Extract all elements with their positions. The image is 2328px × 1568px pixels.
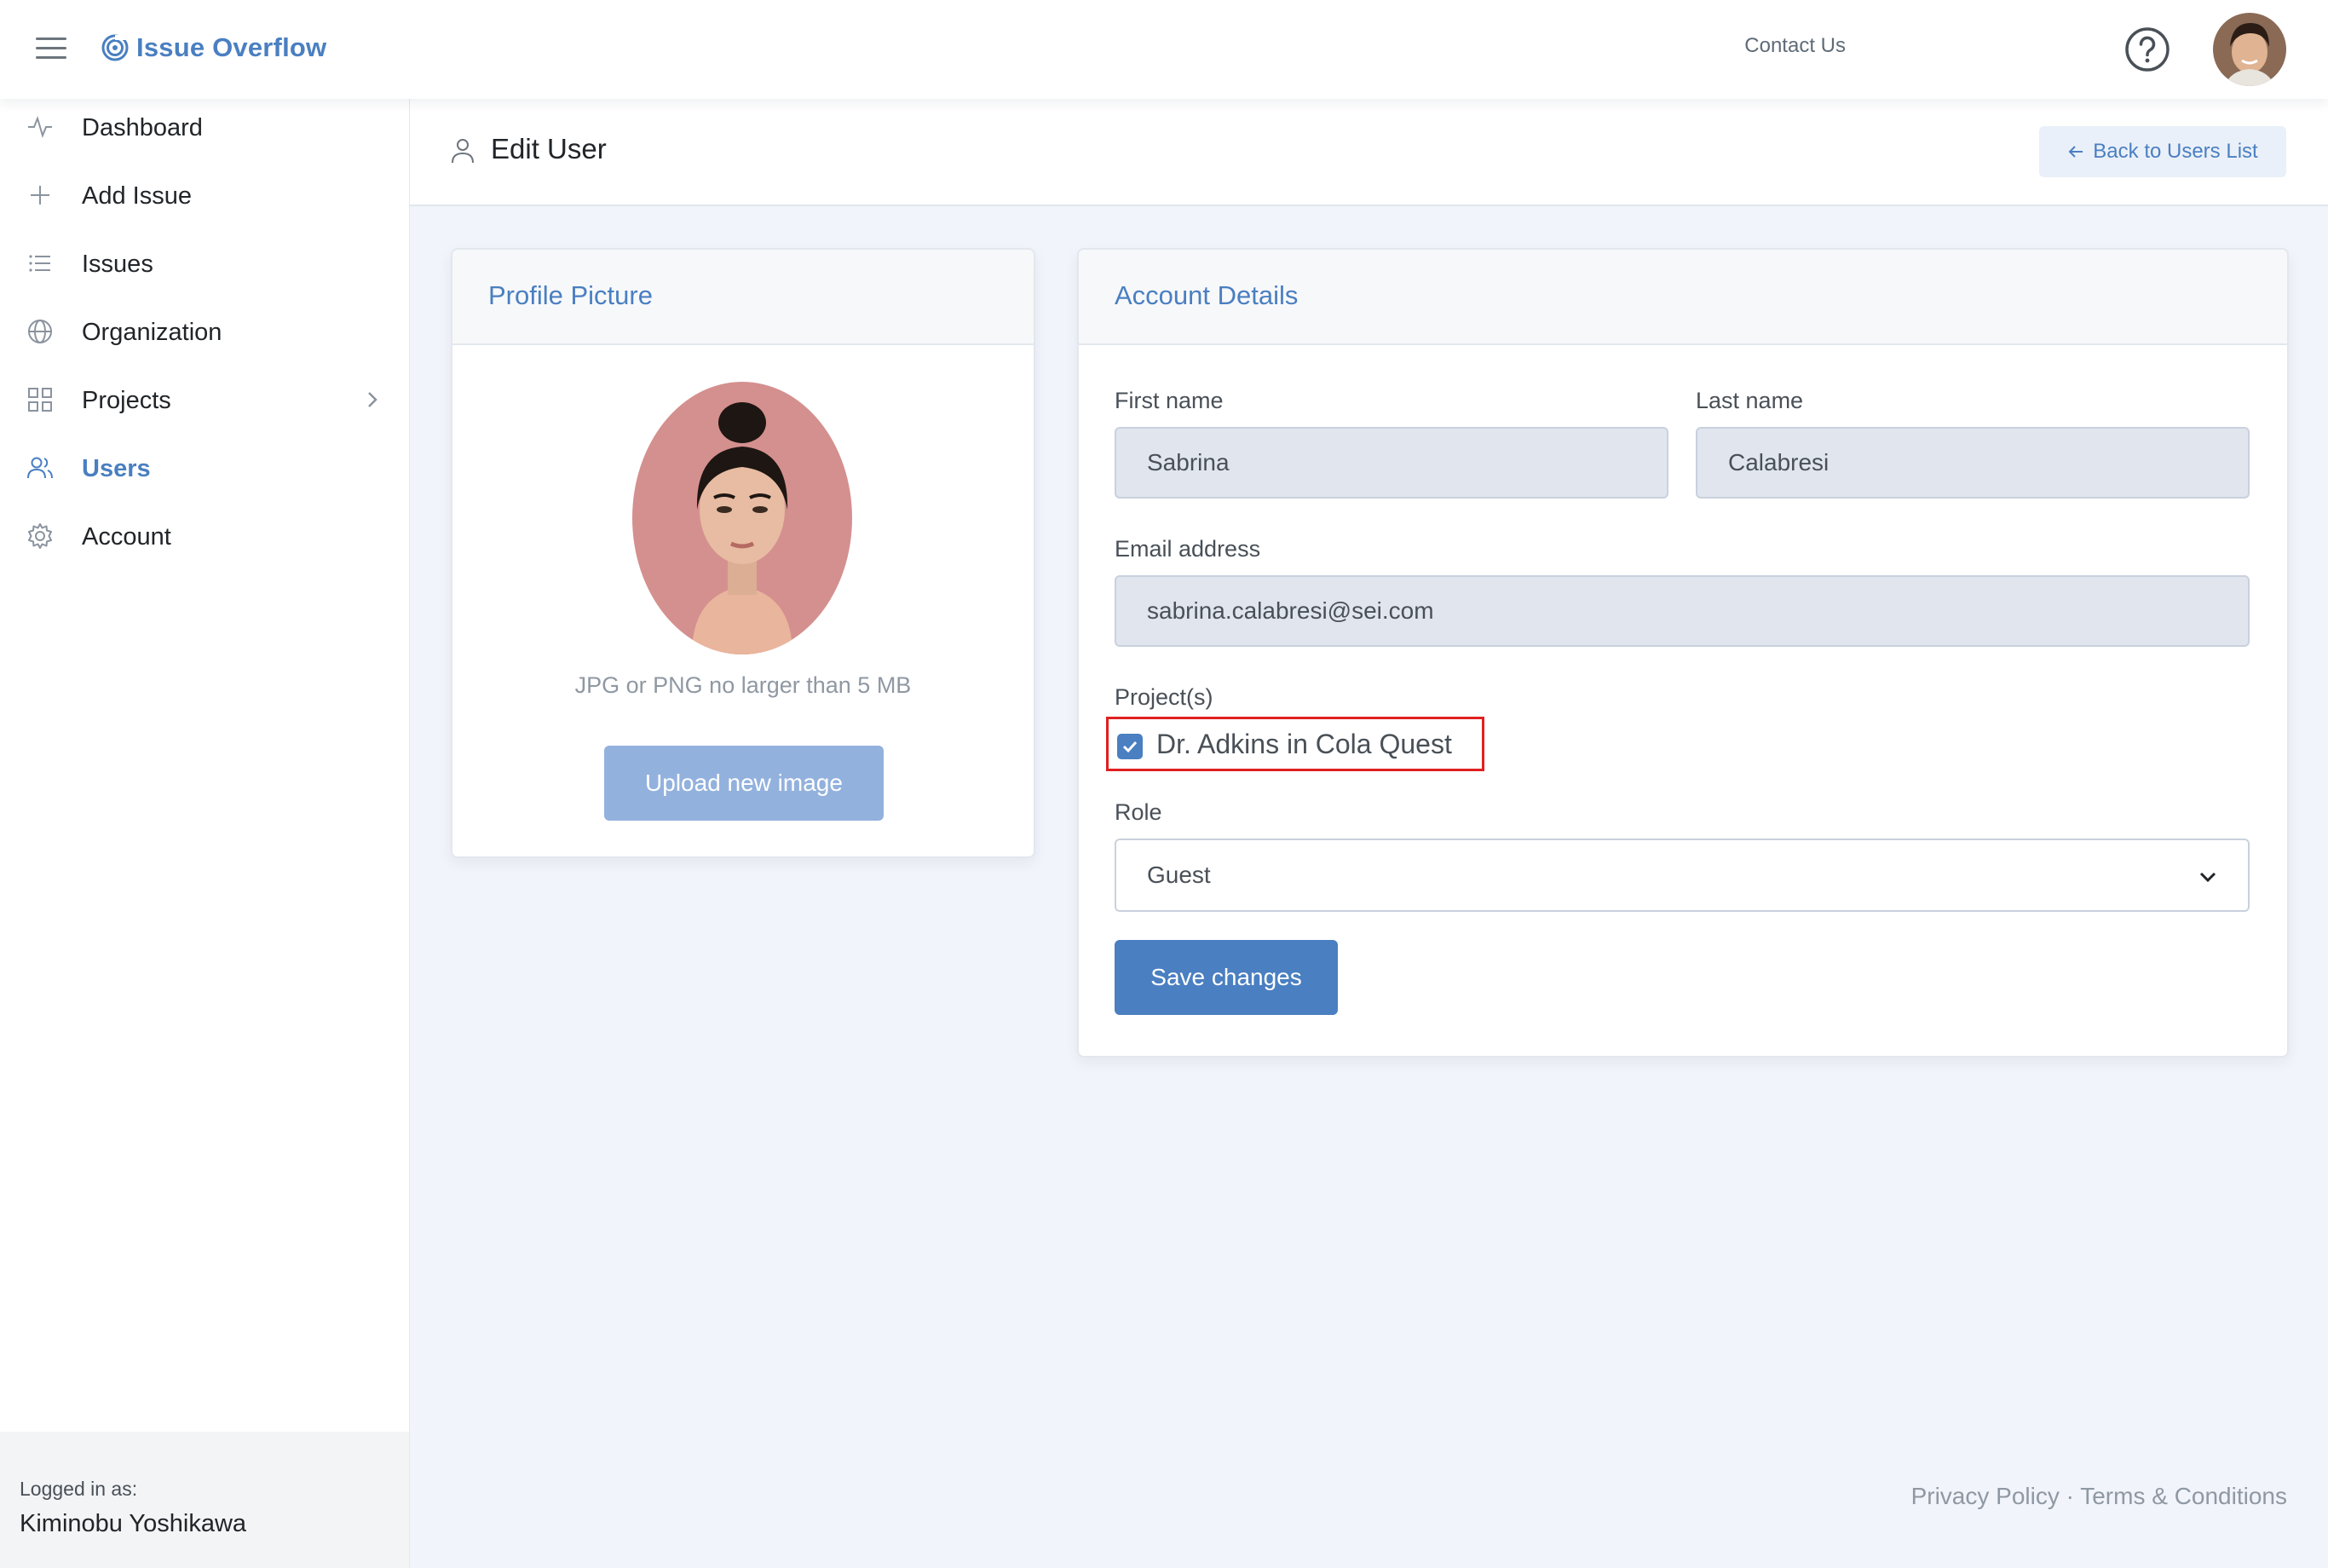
card-title: Profile Picture: [488, 280, 653, 310]
users-icon: [27, 457, 53, 479]
sidebar-item-users[interactable]: Users: [0, 440, 409, 494]
top-navbar: Issue Overflow Contact Us: [0, 0, 2328, 99]
privacy-policy-link[interactable]: Privacy Policy: [1911, 1483, 2060, 1509]
upload-image-button[interactable]: Upload new image: [604, 746, 884, 821]
sidebar-item-label: Add Issue: [82, 182, 192, 210]
check-icon: [1122, 741, 1138, 753]
page-title: Edit User: [491, 133, 607, 164]
sidebar-item-account[interactable]: Account: [0, 508, 409, 562]
email-field[interactable]: sabrina.calabresi@sei.com: [1115, 575, 2250, 647]
logged-in-panel: Logged in as: Kiminobu Yoshikawa: [0, 1432, 409, 1568]
hamburger-menu-icon[interactable]: [36, 37, 66, 63]
project-option-label[interactable]: Dr. Adkins in Cola Quest: [1156, 729, 1452, 760]
logged-in-label: Logged in as:: [20, 1478, 138, 1500]
globe-icon: [28, 320, 52, 343]
user-avatar[interactable]: [2213, 13, 2286, 86]
project-checkbox[interactable]: [1117, 734, 1143, 759]
sidebar: Dashboard Add Issue Issues Organization: [0, 99, 410, 1568]
chevron-down-icon: [2199, 872, 2216, 883]
footer-links: Privacy Policy · Terms & Conditions: [1911, 1483, 2287, 1510]
profile-picture: [632, 382, 852, 654]
role-select[interactable]: Guest: [1115, 839, 2250, 912]
card-header: Account Details: [1079, 250, 2287, 345]
sidebar-item-label: Issues: [82, 251, 153, 278]
user-icon: [452, 139, 474, 164]
footer-separator: ·: [2066, 1483, 2074, 1509]
brand-logo[interactable]: Issue Overflow: [101, 29, 326, 66]
plus-icon: [31, 186, 49, 205]
user-avatar-image: [2213, 13, 2286, 86]
last-name-field[interactable]: Calabresi: [1696, 427, 2250, 499]
sidebar-item-organization[interactable]: Organization: [0, 303, 409, 358]
sidebar-item-label: Users: [82, 455, 151, 482]
logged-in-user-name: Kiminobu Yoshikawa: [20, 1510, 247, 1537]
card-title: Account Details: [1115, 280, 1299, 310]
back-to-users-label: Back to Users List: [2093, 140, 2258, 163]
contact-us-link[interactable]: Contact Us: [1744, 34, 1846, 58]
page-header: Edit User Back to Users List: [410, 99, 2328, 206]
role-label: Role: [1115, 799, 1162, 825]
sidebar-item-label: Account: [82, 523, 171, 551]
sidebar-item-add-issue[interactable]: Add Issue: [0, 167, 409, 222]
sidebar-item-issues[interactable]: Issues: [0, 235, 409, 290]
arrow-left-icon: [2068, 146, 2083, 158]
first-name-label: First name: [1115, 388, 1224, 413]
account-details-card: Account Details First name Sabrina Last …: [1077, 248, 2289, 1058]
help-icon[interactable]: [2124, 26, 2170, 72]
sidebar-item-label: Projects: [82, 387, 171, 414]
sidebar-item-label: Organization: [82, 319, 222, 346]
activity-icon: [28, 115, 52, 139]
gear-icon: [28, 523, 52, 549]
email-label: Email address: [1115, 536, 1261, 562]
profile-photo-image: [632, 382, 852, 654]
back-to-users-button[interactable]: Back to Users List: [2039, 126, 2286, 177]
list-icon: [29, 255, 50, 272]
first-name-field[interactable]: Sabrina: [1115, 427, 1668, 499]
profile-picture-card: Profile Picture JPG or PNG no larger tha…: [451, 248, 1035, 858]
sidebar-item-projects[interactable]: Projects: [0, 372, 409, 426]
last-name-label: Last name: [1696, 388, 1804, 413]
chevron-right-icon[interactable]: [363, 389, 382, 411]
terms-link[interactable]: Terms & Conditions: [2080, 1483, 2287, 1509]
sidebar-item-dashboard[interactable]: Dashboard: [0, 99, 409, 153]
upload-hint: JPG or PNG no larger than 5 MB: [574, 672, 912, 698]
sidebar-item-label: Dashboard: [82, 114, 203, 141]
grid-icon: [28, 388, 52, 412]
spiral-logo-icon: [101, 34, 129, 61]
save-changes-button[interactable]: Save changes: [1115, 940, 1338, 1015]
projects-label: Project(s): [1115, 684, 1213, 710]
card-header: Profile Picture: [452, 250, 1034, 345]
role-select-value: Guest: [1147, 862, 1211, 888]
brand-name: Issue Overflow: [136, 32, 327, 62]
